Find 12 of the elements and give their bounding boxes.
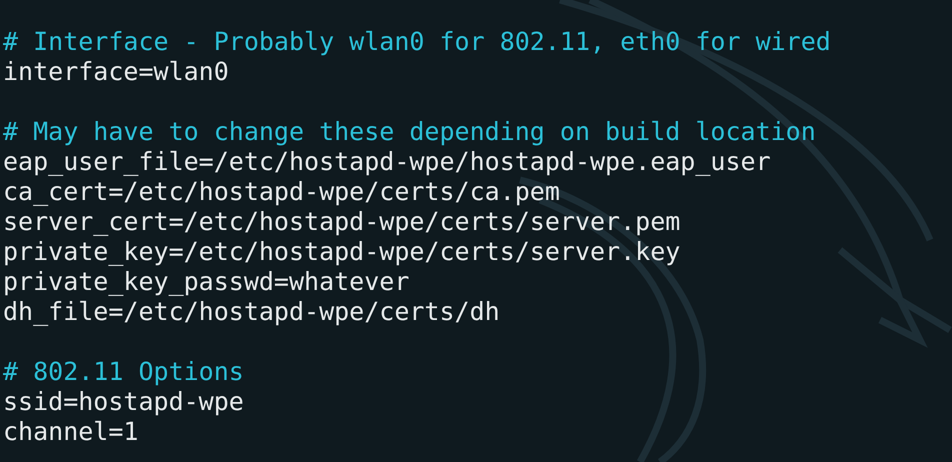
- config-line: ssid=hostapd-wpe: [3, 387, 244, 417]
- comment-line: # 802.11 Options: [3, 357, 244, 387]
- config-line: channel=1: [3, 417, 138, 447]
- config-line: dh_file=/etc/hostapd-wpe/certs/dh: [3, 297, 500, 327]
- config-line: ca_cert=/etc/hostapd-wpe/certs/ca.pem: [3, 177, 560, 207]
- config-line: interface=wlan0: [3, 57, 229, 87]
- config-line: private_key=/etc/hostapd-wpe/certs/server.key: [3, 237, 680, 267]
- comment-line: # May have to change these depending on build location: [3, 117, 816, 147]
- config-line: server_cert=/etc/hostapd-wpe/certs/server.pem: [3, 207, 680, 237]
- comment-line: # Interface - Probably wlan0 for 802.11, eth0 for wired: [3, 27, 831, 57]
- config-line: eap_user_file=/etc/hostapd-wpe/hostapd-wpe.eap_user: [3, 147, 771, 177]
- config-line: private_key_passwd=whatever: [3, 267, 410, 297]
